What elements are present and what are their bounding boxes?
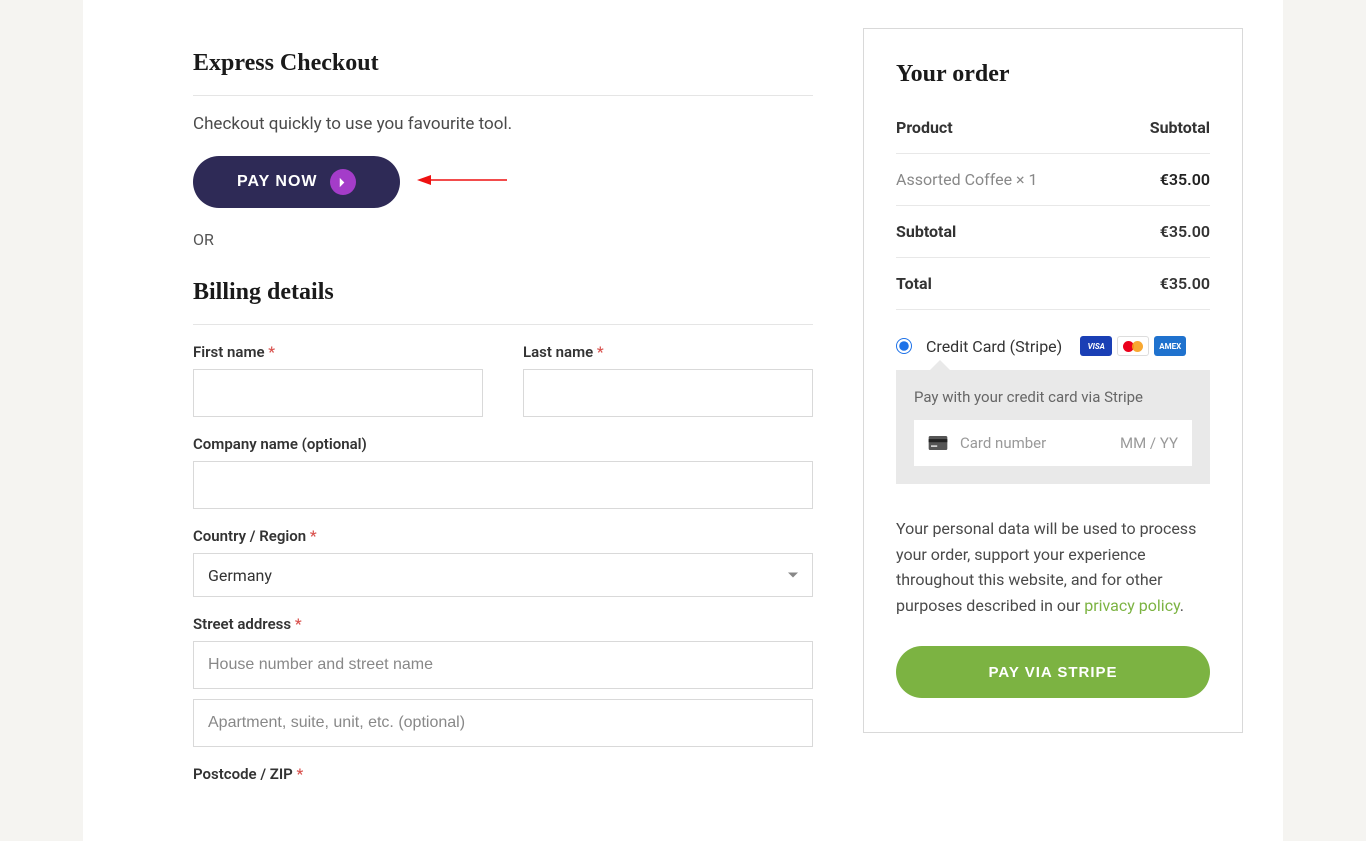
card-number-field[interactable]: Card number MM / YY	[914, 420, 1192, 466]
credit-card-icon	[928, 436, 948, 450]
annotation-arrow-icon	[417, 171, 507, 193]
total-label: Total	[896, 274, 932, 293]
card-logos: VISA AMEX	[1080, 336, 1186, 356]
last-name-label: Last name *	[523, 343, 813, 361]
subtotal-amount: €35.00	[1160, 222, 1210, 241]
order-item-row: Assorted Coffee × 1 €35.00	[896, 154, 1210, 206]
or-separator: OR	[193, 230, 813, 249]
pay-via-stripe-button[interactable]: PAY VIA STRIPE	[896, 646, 1210, 698]
country-value: Germany	[208, 566, 272, 585]
right-column: Your order Product Subtotal Assorted Cof…	[863, 0, 1263, 801]
privacy-text: Your personal data will be used to proce…	[896, 516, 1210, 618]
first-name-field[interactable]	[193, 369, 483, 417]
order-item-amount: €35.00	[1160, 170, 1210, 189]
mastercard-icon	[1117, 336, 1149, 356]
visa-icon: VISA	[1080, 336, 1112, 356]
order-panel: Your order Product Subtotal Assorted Cof…	[863, 28, 1243, 733]
company-label: Company name (optional)	[193, 435, 813, 453]
subtotal-label: Subtotal	[896, 222, 956, 241]
pay-now-button[interactable]: PAY NOW	[193, 156, 400, 208]
divider	[193, 95, 813, 96]
express-subtitle: Checkout quickly to use you favourite to…	[193, 114, 813, 134]
chevron-right-icon	[330, 169, 356, 195]
street-address-field[interactable]	[193, 641, 813, 689]
header-subtotal: Subtotal	[1150, 118, 1210, 137]
order-table: Product Subtotal Assorted Coffee × 1 €35…	[896, 118, 1210, 310]
checkout-page: Express Checkout Checkout quickly to use…	[83, 0, 1283, 841]
country-select[interactable]: Germany	[193, 553, 813, 597]
privacy-policy-link[interactable]: privacy policy	[1084, 596, 1180, 615]
chevron-down-icon	[788, 573, 798, 578]
stripe-description: Pay with your credit card via Stripe	[914, 388, 1192, 406]
card-expiry-placeholder: MM / YY	[1120, 434, 1178, 452]
postcode-label: Postcode / ZIP *	[193, 765, 813, 783]
payment-radio-stripe[interactable]	[896, 338, 912, 354]
your-order-title: Your order	[896, 61, 1210, 88]
express-checkout-title: Express Checkout	[193, 50, 813, 77]
order-total-row: Total €35.00	[896, 258, 1210, 310]
amex-icon: AMEX	[1154, 336, 1186, 356]
payment-method-label: Credit Card (Stripe)	[926, 337, 1062, 356]
pay-now-label: PAY NOW	[237, 173, 318, 191]
card-number-placeholder: Card number	[960, 434, 1108, 452]
header-product: Product	[896, 118, 953, 137]
order-header: Product Subtotal	[896, 118, 1210, 154]
company-field[interactable]	[193, 461, 813, 509]
street-label: Street address *	[193, 615, 813, 633]
billing-details-title: Billing details	[193, 279, 813, 306]
left-column: Express Checkout Checkout quickly to use…	[83, 0, 813, 801]
country-label: Country / Region *	[193, 527, 813, 545]
street-address-2-field[interactable]	[193, 699, 813, 747]
payment-method-row: Credit Card (Stripe) VISA AMEX	[896, 336, 1210, 356]
stripe-box: Pay with your credit card via Stripe Car…	[896, 370, 1210, 484]
divider	[193, 324, 813, 325]
total-amount: €35.00	[1160, 274, 1210, 293]
last-name-field[interactable]	[523, 369, 813, 417]
order-subtotal-row: Subtotal €35.00	[896, 206, 1210, 258]
first-name-label: First name *	[193, 343, 483, 361]
order-item-name: Assorted Coffee × 1	[896, 170, 1038, 189]
pay-now-row: PAY NOW	[193, 156, 813, 208]
